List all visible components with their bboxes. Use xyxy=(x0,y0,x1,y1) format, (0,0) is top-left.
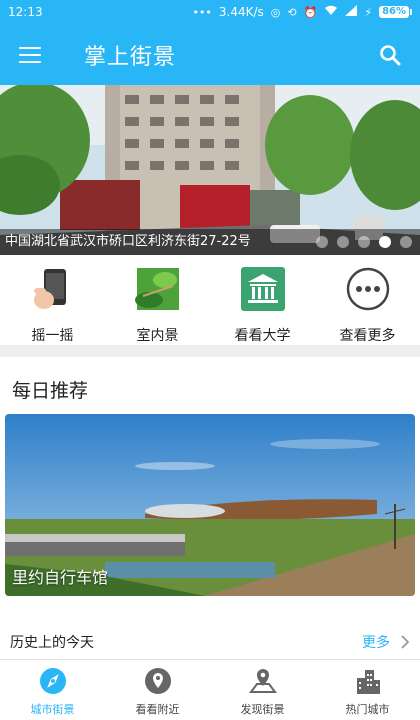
signal-icon xyxy=(345,5,358,19)
sync-icon: ⟲ xyxy=(287,5,297,19)
section-divider xyxy=(0,345,420,357)
nav-label: 热门城市 xyxy=(345,703,390,716)
city-buildings-icon xyxy=(353,666,383,696)
indoor-scene-icon xyxy=(134,266,181,312)
quick-action-label: 室内景 xyxy=(136,328,179,344)
quick-action-label: 摇一摇 xyxy=(31,328,74,344)
location-pin-icon xyxy=(143,666,173,696)
chevron-right-icon xyxy=(401,635,410,649)
status-indicators: ••• 3.44K/s ◎ ⟲ ⏰ ⚡ 86% xyxy=(192,5,412,19)
battery-indicator: 86% xyxy=(379,6,412,18)
more-dots-icon xyxy=(345,266,391,312)
nav-nearby[interactable]: 看看附近 xyxy=(105,660,210,720)
history-more-link[interactable]: 更多 xyxy=(362,632,410,652)
battery-level: 86% xyxy=(379,6,409,18)
university-icon xyxy=(240,266,286,312)
quick-action-shake[interactable]: 摇一摇 xyxy=(0,255,105,345)
street-view-banner[interactable]: 中国湖北省武汉市硚口区利济东街27-22号 xyxy=(0,85,420,255)
search-icon xyxy=(380,44,401,65)
carousel-dot[interactable] xyxy=(337,236,349,248)
quick-action-label: 查看更多 xyxy=(339,328,396,344)
bottom-navigation: 城市街景 看看附近 发现街景 热门城市 xyxy=(0,659,420,720)
wifi-icon xyxy=(324,5,338,19)
history-today-title: 历史上的今天 xyxy=(10,635,94,651)
menu-button[interactable] xyxy=(0,24,60,85)
quick-action-label: 看看大学 xyxy=(234,328,291,344)
nav-hot-cities[interactable]: 热门城市 xyxy=(315,660,420,720)
hamburger-icon xyxy=(19,46,41,63)
charging-icon: ⚡ xyxy=(364,5,373,19)
carousel-dot[interactable] xyxy=(316,236,328,248)
quick-action-more[interactable]: 查看更多 xyxy=(315,255,420,345)
quick-action-university[interactable]: 看看大学 xyxy=(210,255,315,345)
carousel-dot-active[interactable] xyxy=(379,236,391,248)
carousel-dot[interactable] xyxy=(400,236,412,248)
more-notifications-icon: ••• xyxy=(192,5,212,19)
nav-city-street-view[interactable]: 城市街景 xyxy=(0,660,105,720)
daily-feature-card[interactable]: 里约自行车馆 xyxy=(5,414,415,596)
daily-recommend-title: 每日推荐 xyxy=(12,380,89,402)
more-label: 更多 xyxy=(362,635,390,651)
map-pin-icon xyxy=(248,666,278,696)
carousel-dot[interactable] xyxy=(358,236,370,248)
carousel-indicators xyxy=(316,236,412,248)
search-button[interactable] xyxy=(360,24,420,85)
alarm-icon: ⏰ xyxy=(303,5,318,19)
quick-actions: 摇一摇 室内景 看看大学 查看更多 xyxy=(0,255,420,345)
app-root: 12:13 ••• 3.44K/s ◎ ⟲ ⏰ ⚡ 86% 掌上街景 中国湖北省… xyxy=(0,0,420,720)
status-time: 12:13 xyxy=(8,5,43,19)
app-title: 掌上街景 xyxy=(84,44,177,70)
nav-label: 城市街景 xyxy=(30,703,75,716)
status-bar: 12:13 ••• 3.44K/s ◎ ⟲ ⏰ ⚡ 86% xyxy=(0,0,420,24)
history-today-section: 历史上的今天 更多 xyxy=(0,625,420,659)
nav-discover[interactable]: 发现街景 xyxy=(210,660,315,720)
nav-label: 发现街景 xyxy=(240,703,285,716)
network-speed: 3.44K/s xyxy=(218,5,264,19)
phone-shake-icon xyxy=(30,266,76,312)
quick-action-indoor[interactable]: 室内景 xyxy=(105,255,210,345)
data-saver-icon: ◎ xyxy=(270,5,281,19)
app-header: 掌上街景 xyxy=(0,24,420,85)
compass-icon xyxy=(38,666,68,696)
nav-label: 看看附近 xyxy=(135,703,180,716)
feature-label: 里约自行车馆 xyxy=(12,568,109,587)
